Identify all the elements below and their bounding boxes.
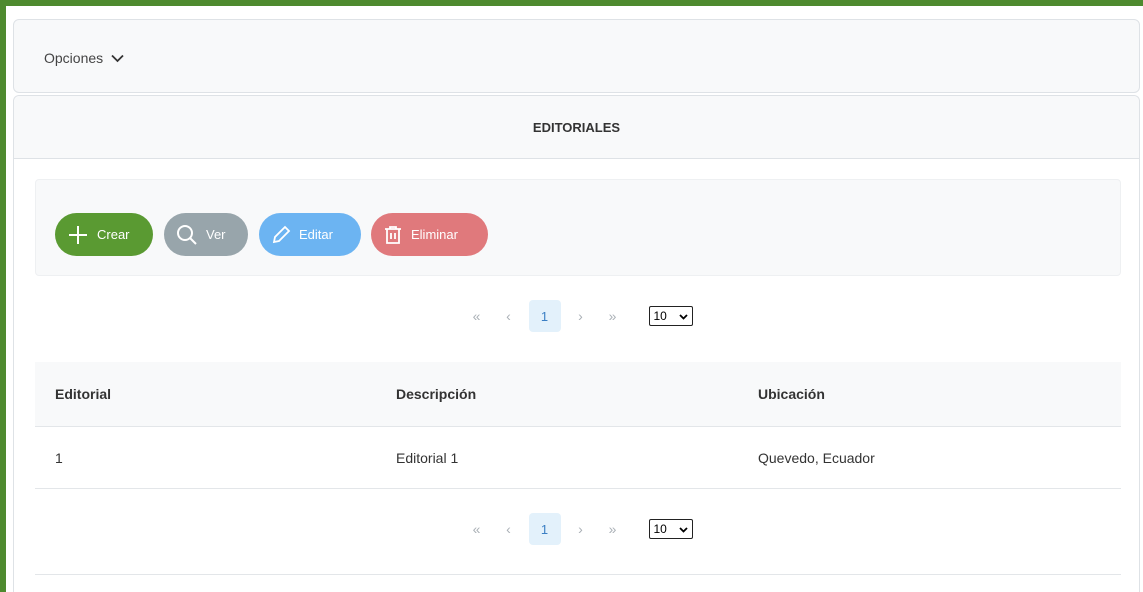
page-button-current[interactable]: 1 xyxy=(528,513,561,545)
delete-button-label: Eliminar xyxy=(411,227,458,242)
column-header-location[interactable]: Ubicación xyxy=(758,386,1121,402)
first-page-button[interactable]: « xyxy=(461,308,493,324)
next-page-button[interactable]: › xyxy=(565,308,597,324)
last-page-button[interactable]: » xyxy=(597,521,629,537)
view-button-label: Ver xyxy=(206,227,226,242)
divider xyxy=(35,574,1121,575)
rows-per-page-select[interactable]: 10 xyxy=(648,306,693,326)
chevron-down-icon xyxy=(111,50,124,66)
view-button[interactable]: Ver xyxy=(164,213,248,256)
table-row[interactable]: 1 Editorial 1 Quevedo, Ecuador xyxy=(35,427,1121,489)
first-page-button[interactable]: « xyxy=(461,521,493,537)
trash-icon xyxy=(383,225,403,245)
cell-editorial: 1 xyxy=(55,449,63,466)
search-icon xyxy=(176,224,198,246)
editorials-panel: EDITORIALES Crear Ver Editar Eliminar « … xyxy=(13,95,1140,592)
create-button[interactable]: Crear xyxy=(55,213,153,256)
panel-title: EDITORIALES xyxy=(14,96,1139,159)
options-menu[interactable]: Opciones xyxy=(44,50,124,66)
page-button-current[interactable]: 1 xyxy=(528,300,561,332)
column-header-editorial[interactable]: Editorial xyxy=(35,386,396,402)
pagination-top: « ‹ 1 › » 10 xyxy=(14,296,1139,336)
toolbar: Crear Ver Editar Eliminar xyxy=(35,179,1121,276)
options-menu-label: Opciones xyxy=(44,50,104,66)
last-page-button[interactable]: » xyxy=(597,308,629,324)
table-header: Editorial Descripción Ubicación xyxy=(35,362,1121,427)
edit-button[interactable]: Editar xyxy=(259,213,361,256)
column-header-description[interactable]: Descripción xyxy=(396,386,758,402)
rows-per-page-select[interactable]: 10 xyxy=(648,519,693,539)
chevron-down-icon xyxy=(678,522,688,536)
cell-description: Editorial 1 xyxy=(396,449,459,466)
rows-per-page-value: 10 xyxy=(653,522,667,536)
pagination-bottom: « ‹ 1 › » 10 xyxy=(14,509,1139,549)
edit-button-label: Editar xyxy=(299,227,333,242)
menubar: Opciones xyxy=(13,19,1140,93)
create-button-label: Crear xyxy=(97,227,130,242)
pencil-icon xyxy=(271,225,291,245)
delete-button[interactable]: Eliminar xyxy=(371,213,488,256)
cell-location: Quevedo, Ecuador xyxy=(758,449,875,466)
rows-per-page-value: 10 xyxy=(653,309,667,323)
chevron-down-icon xyxy=(678,309,688,323)
plus-icon xyxy=(67,224,89,246)
prev-page-button[interactable]: ‹ xyxy=(493,521,525,537)
next-page-button[interactable]: › xyxy=(565,521,597,537)
prev-page-button[interactable]: ‹ xyxy=(493,308,525,324)
editorials-table: Editorial Descripción Ubicación 1 Editor… xyxy=(35,362,1121,489)
